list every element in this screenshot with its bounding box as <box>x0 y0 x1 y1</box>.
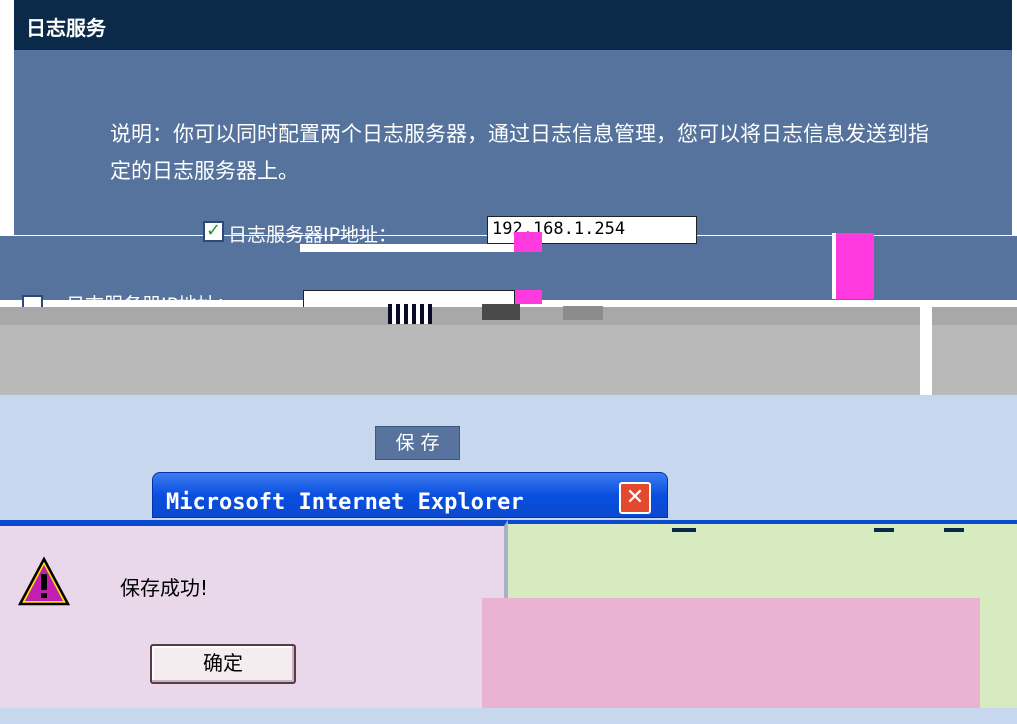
warning-icon <box>18 556 70 606</box>
render-artifact <box>482 304 520 320</box>
render-artifact <box>944 528 964 532</box>
dialog-close-button[interactable]: ✕ <box>619 482 651 514</box>
render-artifact <box>563 306 603 320</box>
render-artifact <box>300 244 514 252</box>
server1-label: 日志服务器IP地址： <box>228 224 398 246</box>
ok-button[interactable]: 确定 <box>150 644 296 684</box>
save-button[interactable]: 保存 <box>375 426 460 460</box>
page-header <box>14 0 1012 50</box>
render-artifact <box>832 233 874 299</box>
render-artifact <box>672 528 696 532</box>
dialog-title: Microsoft Internet Explorer <box>166 490 524 515</box>
render-artifact <box>388 304 432 324</box>
server1-checkbox[interactable]: ✓ <box>203 221 224 242</box>
render-artifact-area <box>482 598 980 722</box>
page-title: 日志服务 <box>26 16 106 40</box>
render-artifact <box>874 528 894 532</box>
description-text: 说明：你可以同时配置两个日志服务器，通过日志信息管理，您可以将日志信息发送到指定… <box>110 122 929 183</box>
content-background <box>0 708 1017 724</box>
dialog-message: 保存成功! <box>120 576 209 600</box>
render-artifact <box>920 307 932 395</box>
render-artifact <box>514 232 542 252</box>
render-artifact <box>515 290 542 304</box>
